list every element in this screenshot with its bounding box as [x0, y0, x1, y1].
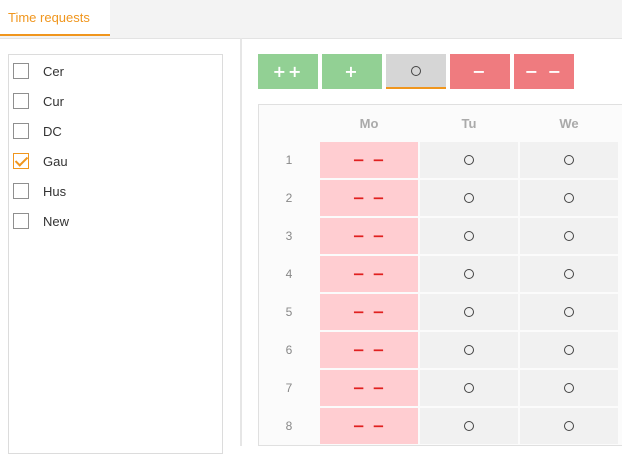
row-number: 3	[285, 229, 293, 243]
ring-icon	[564, 193, 574, 203]
ring-icon	[564, 307, 574, 317]
schedule-cell[interactable]: − −	[320, 256, 418, 292]
ring-icon	[464, 307, 474, 317]
row-number: 8	[285, 419, 293, 433]
prefer-button[interactable]: +	[322, 54, 382, 89]
ring-icon	[564, 383, 574, 393]
schedule-cell[interactable]: − −	[320, 408, 418, 444]
schedule-cell[interactable]	[420, 142, 518, 178]
ring-icon	[464, 383, 474, 393]
row-number: 2	[285, 191, 293, 205]
ring-icon	[564, 345, 574, 355]
ring-icon	[464, 345, 474, 355]
row-number: 1	[285, 153, 293, 167]
schedule-cell[interactable]	[520, 218, 618, 254]
employee-label: Hus	[43, 183, 67, 199]
checkbox[interactable]	[13, 93, 29, 109]
column-header-tu: Tu	[461, 115, 477, 131]
ring-icon	[464, 421, 474, 431]
column-header-mo: Mo	[359, 115, 379, 131]
schedule-cell[interactable]	[520, 180, 618, 216]
schedule-cell[interactable]	[520, 332, 618, 368]
ring-icon	[464, 193, 474, 203]
schedule-cell[interactable]	[420, 218, 518, 254]
ring-icon	[564, 269, 574, 279]
schedule-cell[interactable]	[420, 256, 518, 292]
schedule-cell[interactable]: − −	[320, 370, 418, 406]
checkbox[interactable]	[13, 63, 29, 79]
schedule-cell[interactable]: − −	[320, 218, 418, 254]
ring-icon	[411, 65, 421, 76]
schedule-cell[interactable]: − −	[320, 332, 418, 368]
checkbox[interactable]	[13, 123, 29, 139]
employee-item-new[interactable]: New	[13, 210, 69, 232]
schedule-cell[interactable]	[520, 370, 618, 406]
schedule-cell[interactable]	[420, 294, 518, 330]
employee-item-gau[interactable]: Gau	[13, 150, 68, 172]
schedule-cell[interactable]	[420, 332, 518, 368]
ring-icon	[564, 421, 574, 431]
schedule-cell[interactable]	[520, 408, 618, 444]
row-number: 4	[285, 267, 293, 281]
strong-prefer-button[interactable]: ++	[258, 54, 318, 89]
schedule-cell[interactable]: − −	[320, 142, 418, 178]
row-number: 7	[285, 381, 293, 395]
employee-item-cer[interactable]: Cer	[13, 60, 64, 82]
schedule-cell[interactable]: − −	[320, 294, 418, 330]
neutral-button[interactable]	[386, 54, 446, 89]
tab-time-requests[interactable]: Time requests	[0, 0, 110, 36]
employee-item-dc[interactable]: DC	[13, 120, 62, 142]
employee-label: Cer	[43, 63, 64, 79]
employee-label: Cur	[43, 93, 64, 109]
ring-icon	[464, 269, 474, 279]
employee-label: Gau	[43, 153, 68, 169]
schedule-cell[interactable]	[420, 408, 518, 444]
column-header-we: We	[559, 115, 579, 131]
schedule-cell[interactable]: − −	[320, 180, 418, 216]
ring-icon	[464, 231, 474, 241]
employee-item-hus[interactable]: Hus	[13, 180, 66, 202]
avoid-button[interactable]: −	[450, 54, 510, 89]
tab-bar: Time requests	[0, 0, 622, 39]
row-number: 6	[285, 343, 293, 357]
strong-avoid-button[interactable]: − −	[514, 54, 574, 89]
checkbox[interactable]	[13, 213, 29, 229]
schedule-cell[interactable]	[520, 142, 618, 178]
schedule-cell[interactable]	[420, 180, 518, 216]
employee-list: Cer Cur DC Gau Hus New	[8, 54, 223, 454]
checkbox[interactable]	[13, 183, 29, 199]
schedule-cell[interactable]	[520, 256, 618, 292]
checkbox-checked[interactable]	[13, 153, 29, 169]
row-number: 5	[285, 305, 293, 319]
schedule-cell[interactable]	[420, 370, 518, 406]
ring-icon	[564, 155, 574, 165]
ring-icon	[464, 155, 474, 165]
employee-label: DC	[43, 123, 62, 139]
panel-divider[interactable]	[240, 38, 242, 446]
employee-item-cur[interactable]: Cur	[13, 90, 64, 112]
ring-icon	[564, 231, 574, 241]
schedule-cell[interactable]	[520, 294, 618, 330]
employee-label: New	[43, 213, 70, 229]
